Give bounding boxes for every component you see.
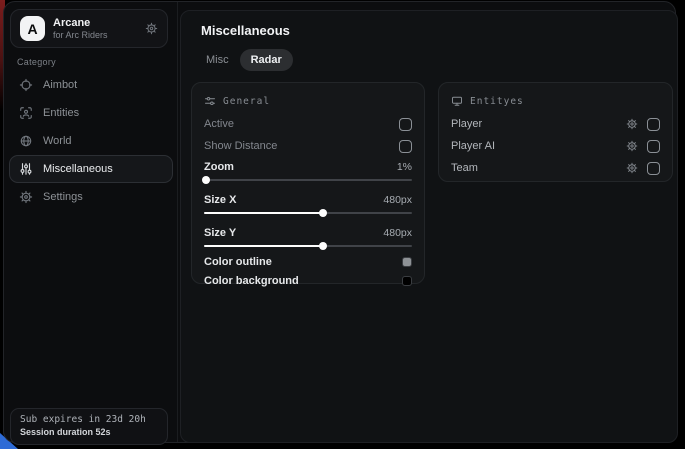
color-outline-label: Color outline: [204, 256, 402, 268]
entities-scan-icon: [19, 106, 33, 120]
color-outline-swatch[interactable]: [402, 257, 412, 267]
gear-icon[interactable]: [626, 162, 638, 174]
sub-expires-text: Sub expires in 23d 20h: [20, 414, 158, 425]
size-y-value: 480px: [383, 227, 412, 239]
zoom-value: 1%: [397, 161, 412, 173]
crosshair-icon: [19, 78, 33, 92]
show-distance-label: Show Distance: [204, 140, 399, 152]
active-label: Active: [204, 118, 399, 130]
entities-card-title: Entityes: [470, 96, 524, 107]
sidebar-item-world[interactable]: World: [9, 127, 173, 155]
category-section-label: Category: [17, 57, 56, 67]
size-y-row: Size Y 480px: [204, 223, 412, 242]
size-x-label: Size X: [204, 194, 383, 206]
player-checkbox[interactable]: [647, 118, 660, 131]
color-background-label: Color background: [204, 275, 402, 287]
sidebar-item-label: Aimbot: [43, 79, 77, 91]
player-ai-label: Player AI: [451, 140, 617, 152]
app-logo: A: [20, 16, 45, 41]
size-y-label: Size Y: [204, 227, 383, 239]
subscription-card: Sub expires in 23d 20h Session duration …: [10, 408, 168, 445]
entities-card: Entityes Player Player AI Team: [438, 82, 673, 182]
gear-icon[interactable]: [145, 22, 158, 35]
size-x-row: Size X 480px: [204, 190, 412, 209]
zoom-slider[interactable]: [204, 176, 412, 184]
sidebar-item-label: Miscellaneous: [43, 163, 113, 175]
app-window: A Arcane for Arc Riders Category Aimbot …: [3, 1, 676, 443]
sidebar-nav: Aimbot Entities World Miscellaneous Sett…: [9, 71, 173, 211]
team-checkbox[interactable]: [647, 162, 660, 175]
sidebar-item-label: World: [43, 135, 72, 147]
sliders-horizontal-icon: [204, 95, 216, 107]
zoom-row: Zoom 1%: [204, 157, 412, 176]
player-ai-row: Player AI: [451, 135, 660, 157]
sidebar: A Arcane for Arc Riders Category Aimbot …: [4, 2, 178, 442]
sidebar-item-miscellaneous[interactable]: Miscellaneous: [9, 155, 173, 183]
zoom-slider-thumb[interactable]: [202, 176, 210, 184]
size-y-slider-thumb[interactable]: [319, 242, 327, 250]
tab-bar: Misc Radar: [195, 49, 293, 71]
sidebar-item-label: Entities: [43, 107, 79, 119]
general-card-title: General: [223, 96, 270, 107]
team-row: Team: [451, 157, 660, 179]
zoom-label: Zoom: [204, 161, 397, 173]
session-duration-text: Session duration 52s: [20, 427, 158, 437]
size-y-slider[interactable]: [204, 242, 412, 250]
brand-card: A Arcane for Arc Riders: [10, 9, 168, 48]
gear-icon[interactable]: [626, 118, 638, 130]
player-label: Player: [451, 118, 617, 130]
tab-misc[interactable]: Misc: [195, 49, 240, 71]
size-x-slider-thumb[interactable]: [319, 209, 327, 217]
size-x-slider[interactable]: [204, 209, 412, 217]
globe-icon: [19, 134, 33, 148]
active-row: Active: [204, 113, 412, 135]
gear-icon: [19, 190, 33, 204]
page-title: Miscellaneous: [201, 23, 290, 38]
screen: A Arcane for Arc Riders Category Aimbot …: [0, 0, 685, 449]
app-name: Arcane: [53, 17, 137, 30]
general-card: General Active Show Distance Zoom 1%: [191, 82, 425, 284]
sidebar-item-entities[interactable]: Entities: [9, 99, 173, 127]
sidebar-item-settings[interactable]: Settings: [9, 183, 173, 211]
team-label: Team: [451, 162, 617, 174]
show-distance-checkbox[interactable]: [399, 140, 412, 153]
content-panel: Miscellaneous Misc Radar General Active …: [180, 10, 678, 443]
tab-radar[interactable]: Radar: [240, 49, 293, 71]
active-checkbox[interactable]: [399, 118, 412, 131]
monitor-icon: [451, 95, 463, 107]
size-x-value: 480px: [383, 194, 412, 206]
player-ai-checkbox[interactable]: [647, 140, 660, 153]
sidebar-item-label: Settings: [43, 191, 83, 203]
player-row: Player: [451, 113, 660, 135]
show-distance-row: Show Distance: [204, 135, 412, 157]
sidebar-item-aimbot[interactable]: Aimbot: [9, 71, 173, 99]
app-subtitle: for Arc Riders: [53, 30, 137, 40]
color-outline-row: Color outline: [204, 252, 412, 271]
color-background-row: Color background: [204, 271, 412, 290]
color-background-swatch[interactable]: [402, 276, 412, 286]
sliders-icon: [19, 162, 33, 176]
gear-icon[interactable]: [626, 140, 638, 152]
